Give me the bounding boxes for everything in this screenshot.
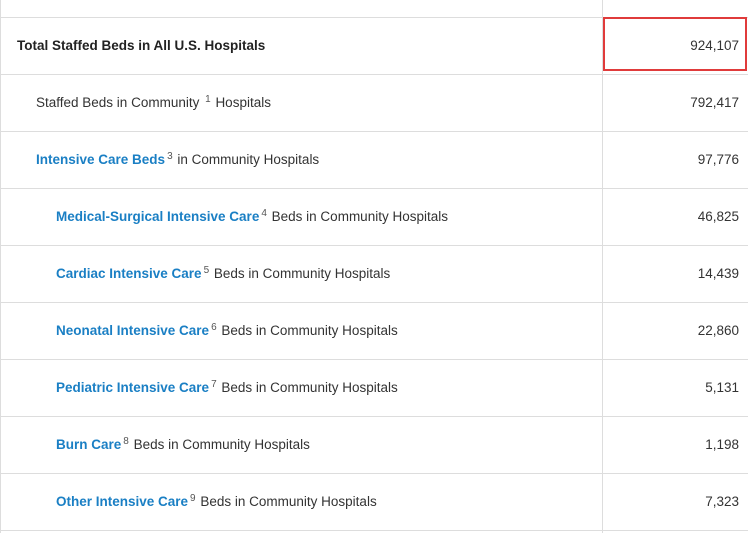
table-row-burn-care: Burn Care 8 Beds in Community Hospitals 1… (1, 417, 748, 474)
row-value-neonatal: 22,860 (697, 323, 739, 338)
link-other-intensive-care[interactable]: Other Intensive Care (56, 494, 188, 509)
row-value-total: 924,107 (690, 38, 739, 53)
hospital-beds-table: Total Staffed Beds in All U.S. Hospitals… (0, 0, 748, 533)
row-value-icu: 97,776 (697, 152, 739, 167)
row-label-text-before: Staffed Beds in Community (36, 95, 200, 110)
footnote-marker[interactable]: 9 (190, 493, 196, 504)
table-row-medical-surgical: Medical-Surgical Intensive Care 4 Beds in… (1, 189, 748, 246)
row-value-community: 792,417 (690, 95, 739, 110)
row-label-burn-care: Burn Care 8 Beds in Community Hospitals (56, 417, 310, 473)
row-value-other: 7,323 (705, 494, 739, 509)
row-label-text: Beds in Community Hospitals (271, 209, 448, 224)
row-label-other: Other Intensive Care 9 Beds in Community … (56, 474, 377, 530)
row-label-cardiac: Cardiac Intensive Care 5 Beds in Communit… (56, 246, 390, 302)
row-label-medical-surgical: Medical-Surgical Intensive Care 4 Beds in… (56, 189, 448, 245)
table-row-pediatric: Pediatric Intensive Care 7 Beds in Commun… (1, 360, 748, 417)
row-label-community: Staffed Beds in Community 1 Hospitals (36, 75, 271, 131)
row-value-burn-care: 1,198 (705, 437, 739, 452)
footnote-marker[interactable]: 3 (167, 151, 173, 162)
row-value-medical-surgical: 46,825 (697, 209, 739, 224)
row-label-text: Beds in Community Hospitals (200, 494, 377, 509)
row-label-text: Hospitals (215, 95, 271, 110)
table-row-neonatal: Neonatal Intensive Care 6 Beds in Communi… (1, 303, 748, 360)
footnote-marker[interactable]: 8 (123, 436, 129, 447)
row-label-neonatal: Neonatal Intensive Care 6 Beds in Communi… (56, 303, 398, 359)
row-label-text: in Community Hospitals (177, 152, 320, 167)
table-row-icu: Intensive Care Beds 3 in Community Hospit… (1, 132, 748, 189)
footnote-marker[interactable]: 6 (211, 322, 217, 333)
link-medical-surgical-intensive-care[interactable]: Medical-Surgical Intensive Care (56, 209, 259, 224)
link-burn-care[interactable]: Burn Care (56, 437, 121, 452)
footnote-marker[interactable]: 4 (261, 208, 267, 219)
row-label-total: Total Staffed Beds in All U.S. Hospitals (17, 38, 266, 53)
row-label-icu: Intensive Care Beds 3 in Community Hospit… (36, 132, 319, 188)
row-label-text: Beds in Community Hospitals (221, 323, 398, 338)
row-value-pediatric: 5,131 (705, 380, 739, 395)
link-cardiac-intensive-care[interactable]: Cardiac Intensive Care (56, 266, 202, 281)
table-row-community: Staffed Beds in Community 1 Hospitals 79… (1, 75, 748, 132)
link-pediatric-intensive-care[interactable]: Pediatric Intensive Care (56, 380, 209, 395)
footnote-marker[interactable]: 5 (204, 265, 210, 276)
footnote-marker[interactable]: 7 (211, 379, 217, 390)
table-row-cardiac: Cardiac Intensive Care 5 Beds in Communit… (1, 246, 748, 303)
link-neonatal-intensive-care[interactable]: Neonatal Intensive Care (56, 323, 209, 338)
link-intensive-care-beds[interactable]: Intensive Care Beds (36, 152, 165, 167)
footnote-marker[interactable]: 1 (205, 94, 211, 105)
row-label-text: Beds in Community Hospitals (213, 266, 391, 281)
row-label-text: Beds in Community Hospitals (133, 437, 310, 452)
row-label-pediatric: Pediatric Intensive Care 7 Beds in Commun… (56, 360, 398, 416)
table-row-other: Other Intensive Care 9 Beds in Community … (1, 474, 748, 531)
row-label-text: Beds in Community Hospitals (221, 380, 398, 395)
row-value-cardiac: 14,439 (697, 266, 739, 281)
table-row-total: Total Staffed Beds in All U.S. Hospitals… (1, 18, 748, 75)
